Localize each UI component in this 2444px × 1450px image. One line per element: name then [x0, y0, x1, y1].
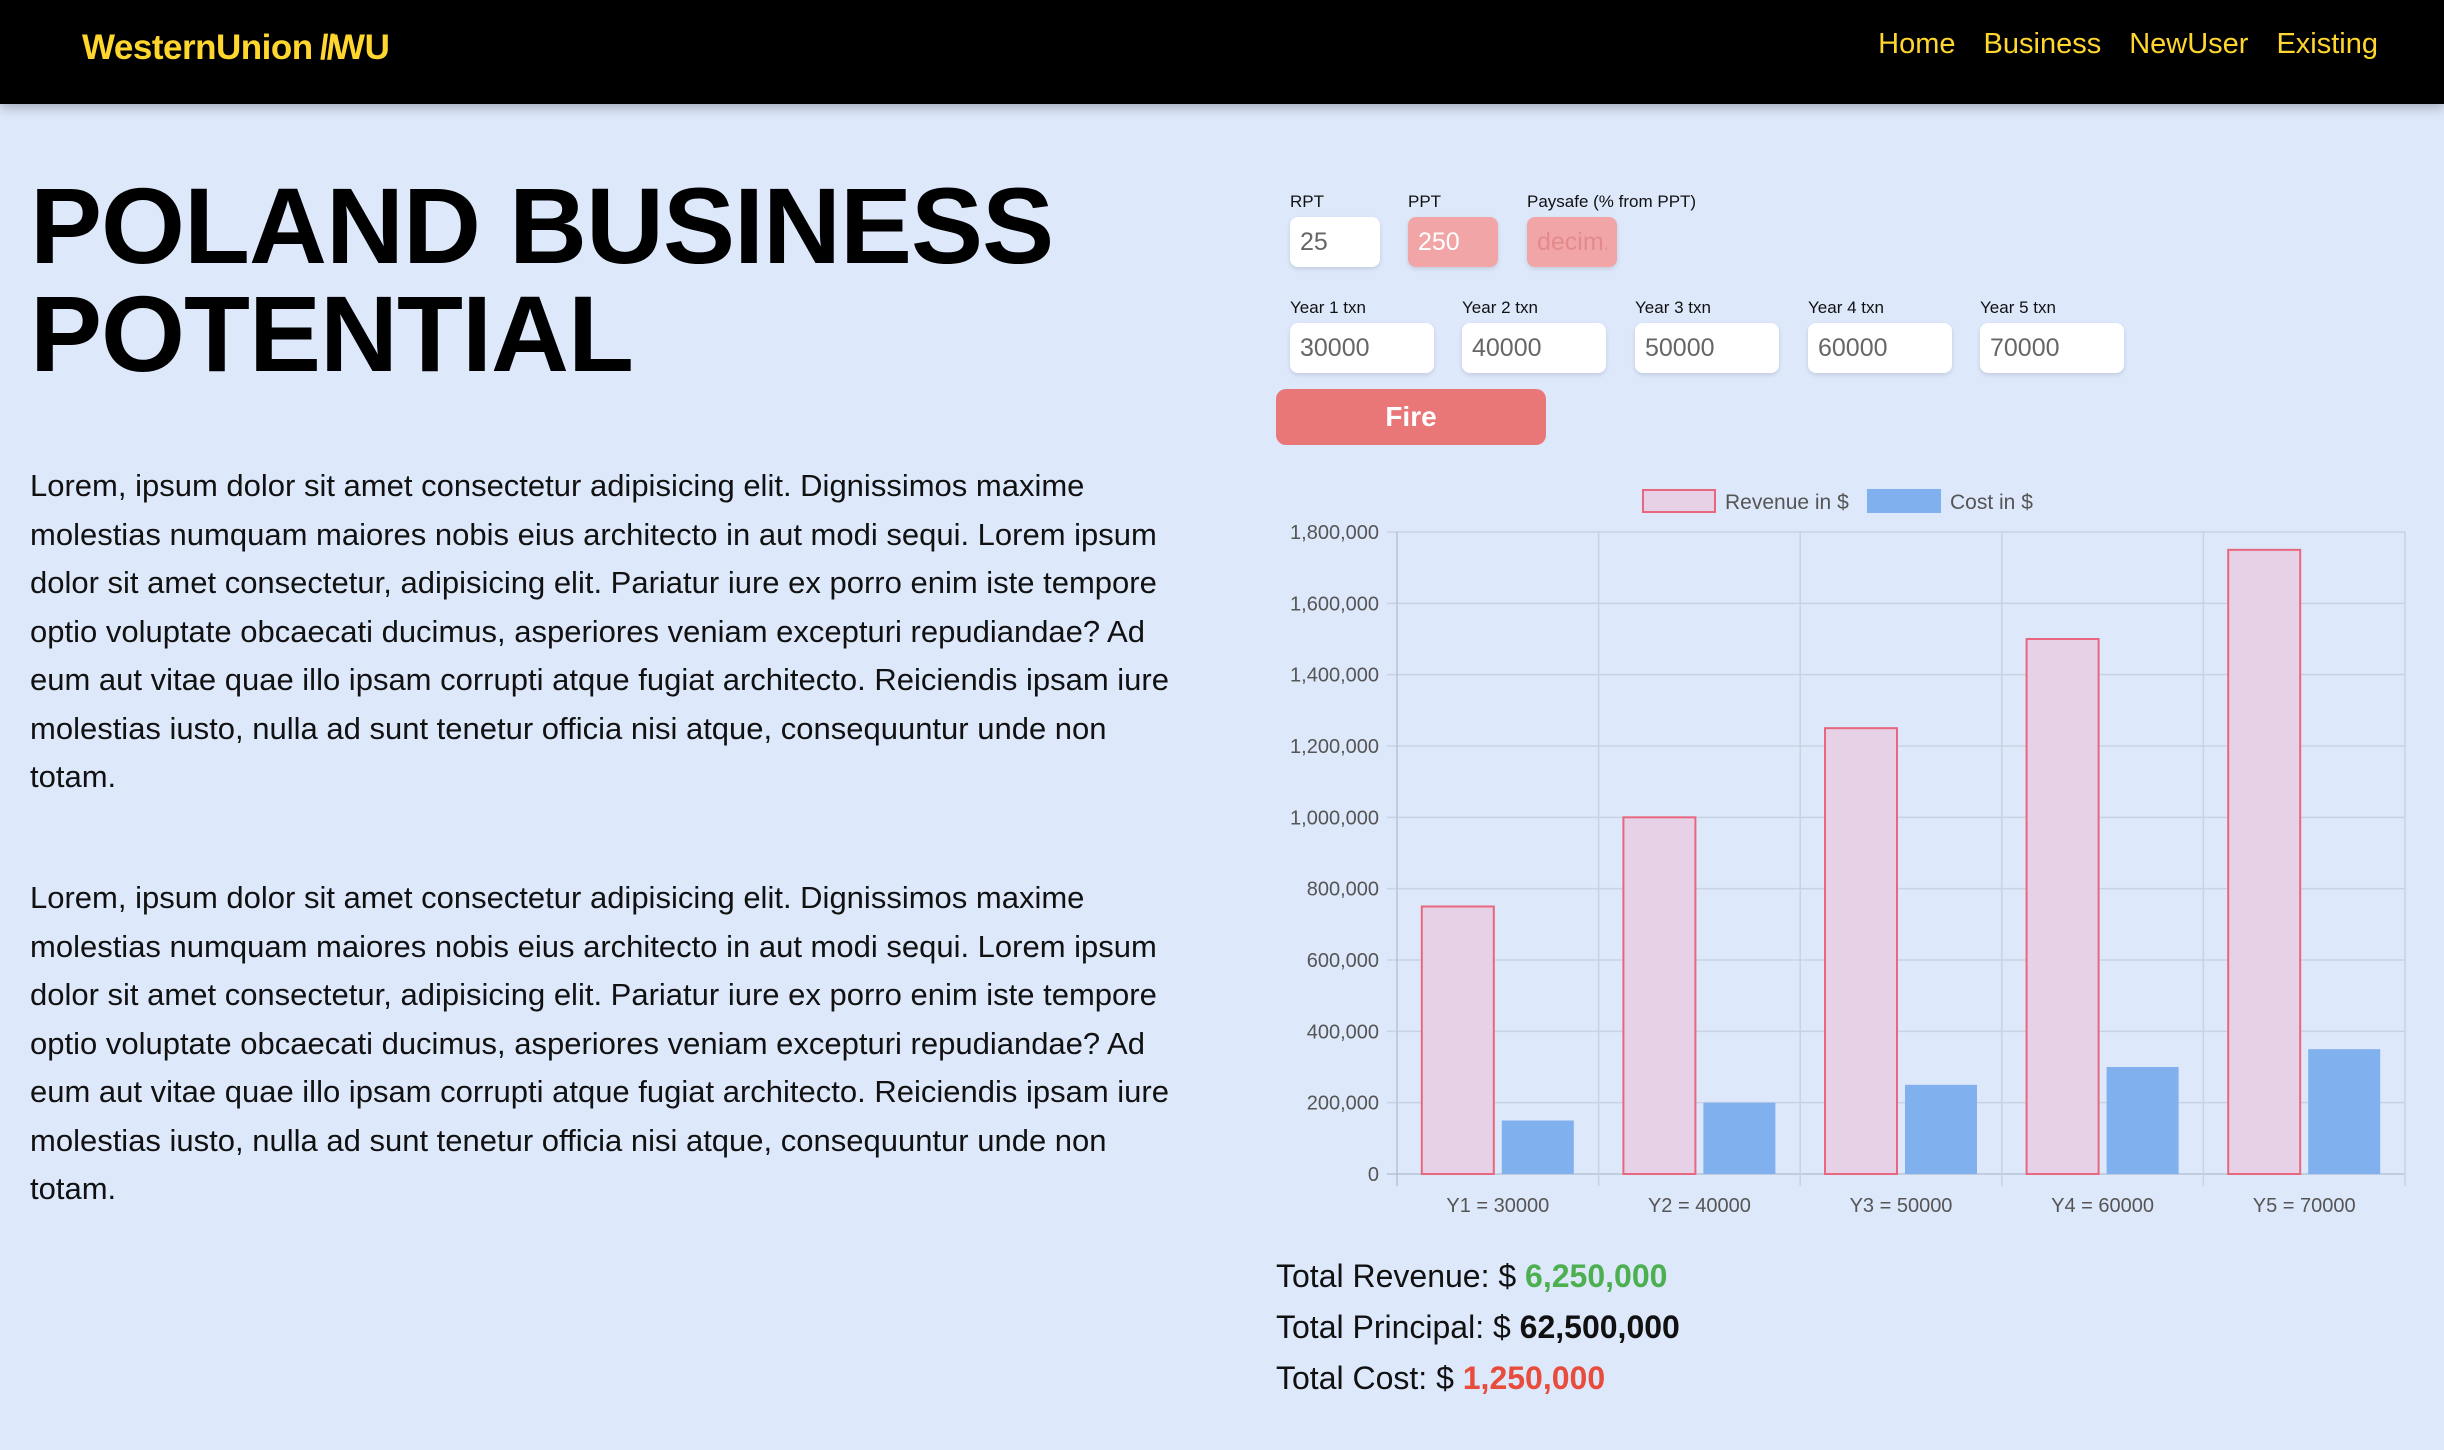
y-tick-label: 200,000	[1307, 1093, 1379, 1115]
logo-mark-text: WU	[332, 28, 390, 67]
revenue-bar	[2025, 638, 2100, 1175]
revenue-cost-bar-chart: 0 200,000 400,000 600,000 800,000 1,000,000 1,…	[1290, 489, 2406, 1217]
year1-label: Year 1 txn	[1290, 298, 1366, 317]
y-tick-label: 0	[1368, 1164, 1379, 1186]
paysafe-label: Paysafe (% from PPT)	[1527, 192, 1697, 211]
y-tick-label: 1,000,000	[1290, 807, 1379, 829]
cost-bar	[1501, 1120, 1574, 1174]
y-tick-label: 800,000	[1307, 879, 1379, 901]
year2-input[interactable]	[1462, 323, 1606, 373]
page-title-line1: POLAND BUSINESS	[30, 165, 1054, 286]
revenue-bar	[1824, 727, 1898, 1175]
total-cost-value: 1,250,000	[1462, 1360, 1606, 1396]
year2-label: Year 2 txn	[1462, 298, 1538, 317]
revenue-bar	[1622, 816, 1697, 1175]
y-tick-label: 400,000	[1307, 1021, 1379, 1043]
intro-paragraph-1: Lorem, ipsum dolor sit amet consectetur …	[30, 468, 1169, 794]
cost-bar	[2106, 1067, 2179, 1174]
year3-input[interactable]	[1635, 323, 1779, 373]
rpt-input[interactable]	[1290, 217, 1380, 267]
total-revenue-value: 6,250,000	[1525, 1258, 1668, 1294]
x-tick-label: Y1 = 30000	[1446, 1195, 1549, 1217]
brand-name: WesternUnion	[82, 28, 313, 67]
brand-logo[interactable]: WesternUnion \\ WU	[82, 28, 390, 68]
legend-revenue-label: Revenue in $	[1725, 491, 1849, 514]
year5-label: Year 5 txn	[1980, 298, 2056, 317]
total-principal-line: Total Principal: $ 62,500,000	[1276, 1309, 1680, 1346]
cost-bar	[1905, 1084, 1977, 1174]
fire-button[interactable]: Fire	[1276, 389, 1546, 445]
year1-input[interactable]	[1290, 323, 1434, 373]
total-cost-label: Total Cost: $	[1276, 1360, 1463, 1396]
total-principal-label: Total Principal: $	[1276, 1309, 1520, 1345]
page-title: POLAND BUSINESS POTENTIAL	[30, 172, 1180, 388]
intro-paragraph-2: Lorem, ipsum dolor sit amet consectetur …	[30, 880, 1169, 1206]
x-tick-label: Y4 = 60000	[2051, 1195, 2154, 1217]
y-tick-label: 600,000	[1307, 950, 1379, 972]
year4-label: Year 4 txn	[1808, 298, 1884, 317]
paysafe-input[interactable]	[1527, 217, 1617, 267]
x-tick-label: Y3 = 50000	[1850, 1195, 1953, 1217]
ppt-label: PPT	[1408, 192, 1442, 211]
total-revenue-label: Total Revenue: $	[1276, 1258, 1526, 1294]
year3-label: Year 3 txn	[1635, 298, 1711, 317]
total-principal-value: 62,500,000	[1519, 1309, 1680, 1345]
year5-input[interactable]	[1980, 323, 2124, 373]
year4-input[interactable]	[1808, 323, 1952, 373]
y-tick-label: 1,400,000	[1290, 665, 1379, 687]
revenue-bar	[2227, 548, 2302, 1176]
rpt-label: RPT	[1290, 192, 1324, 211]
nav-newuser-link[interactable]: NewUser	[2129, 28, 2248, 61]
nav-business-link[interactable]: Business	[1984, 28, 2102, 61]
y-tick-label: 1,800,000	[1290, 522, 1379, 544]
legend-cost-swatch	[1867, 489, 1941, 513]
nav-home-link[interactable]: Home	[1878, 28, 1955, 61]
nav-existing-link[interactable]: Existing	[2276, 28, 2378, 61]
wu-logo-icon: \\ WU	[312, 28, 390, 68]
ppt-input[interactable]	[1408, 217, 1498, 267]
top-navbar: WesternUnion \\ WU Home Business NewUser…	[0, 0, 2444, 104]
nav-links: Home Business NewUser Existing	[1878, 28, 2378, 61]
cost-bar	[1703, 1102, 1776, 1174]
legend-revenue-swatch	[1642, 489, 1716, 513]
cost-bar	[2308, 1049, 2381, 1174]
x-tick-label: Y5 = 70000	[2253, 1195, 2356, 1217]
y-tick-label: 1,200,000	[1290, 736, 1379, 758]
legend-cost-label: Cost in $	[1950, 491, 2033, 514]
revenue-bar	[1420, 905, 1495, 1175]
page-title-line2: POTENTIAL	[30, 273, 634, 394]
total-revenue-line: Total Revenue: $ 6,250,000	[1276, 1258, 1667, 1295]
y-tick-label: 1,600,000	[1290, 593, 1379, 615]
total-cost-line: Total Cost: $ 1,250,000	[1276, 1360, 1605, 1397]
x-tick-label: Y2 = 40000	[1648, 1195, 1751, 1217]
